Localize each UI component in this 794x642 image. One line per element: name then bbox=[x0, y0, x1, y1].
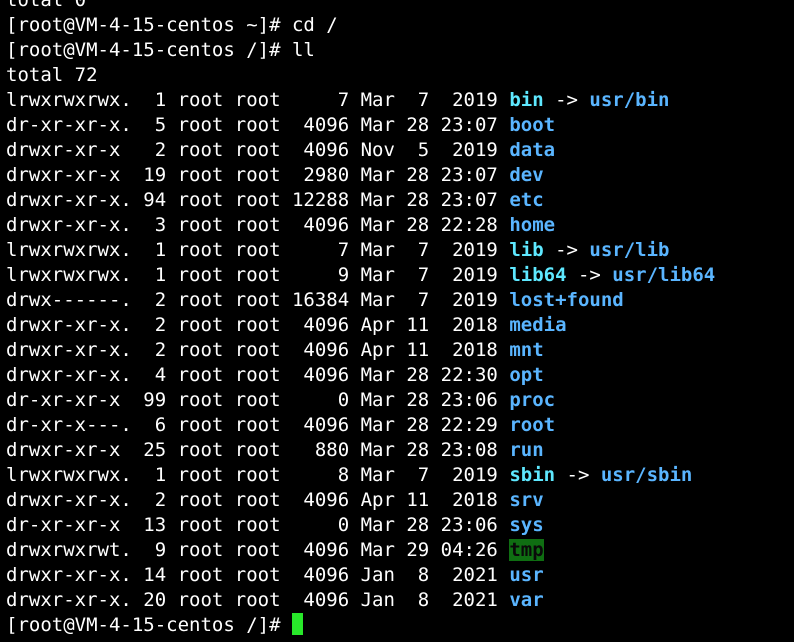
file-name: run bbox=[509, 439, 544, 461]
listing-row: drwxr-xr-x. 2 root root 4096 Apr 11 2018… bbox=[6, 338, 715, 363]
symlink-arrow: -> bbox=[543, 239, 590, 261]
file-meta: lrwxrwxrwx. 1 root root 7 Mar 7 2019 bbox=[6, 239, 510, 261]
file-meta: dr-xr-xr-x 13 root root 0 Mar 28 23:06 bbox=[6, 514, 510, 536]
command-line: [root@VM-4-15-centos /]# ll bbox=[6, 39, 315, 61]
file-name: media bbox=[509, 314, 567, 336]
file-meta: drwxr-xr-x. 3 root root 4096 Mar 28 22:2… bbox=[6, 214, 510, 236]
directory-listing: lrwxrwxrwx. 1 root root 7 Mar 7 2019 bin… bbox=[6, 88, 715, 613]
file-meta: drwxr-xr-x. 4 root root 4096 Mar 28 22:3… bbox=[6, 364, 510, 386]
listing-row: drwxr-xr-x. 94 root root 12288 Mar 28 23… bbox=[6, 188, 715, 213]
file-name: bin bbox=[509, 89, 544, 111]
file-meta: drwxrwxrwt. 9 root root 4096 Mar 29 04:2… bbox=[6, 539, 510, 561]
file-name: lib64 bbox=[509, 264, 567, 286]
listing-row: drwxr-xr-x 25 root root 880 Mar 28 23:08… bbox=[6, 438, 715, 463]
symlink-arrow: -> bbox=[543, 89, 590, 111]
file-name: dev bbox=[509, 164, 544, 186]
listing-row: drwxr-xr-x. 2 root root 4096 Apr 11 2018… bbox=[6, 313, 715, 338]
listing-row: drwxr-xr-x. 3 root root 4096 Mar 28 22:2… bbox=[6, 213, 715, 238]
file-name: proc bbox=[509, 389, 556, 411]
file-name: home bbox=[509, 214, 556, 236]
listing-row: dr-xr-xr-x. 5 root root 4096 Mar 28 23:0… bbox=[6, 113, 715, 138]
output-line: total 0 bbox=[6, 0, 87, 11]
shell-prompt: [root@VM-4-15-centos /]# bbox=[6, 614, 292, 636]
listing-row: drwxrwxrwt. 9 root root 4096 Mar 29 04:2… bbox=[6, 538, 715, 563]
terminal-window[interactable]: total 0 [root@VM-4-15-centos ~]# cd / [r… bbox=[0, 0, 794, 642]
symlink-target: usr/bin bbox=[589, 89, 670, 111]
file-meta: dr-xr-xr-x. 5 root root 4096 Mar 28 23:0… bbox=[6, 114, 510, 136]
listing-row: lrwxrwxrwx. 1 root root 7 Mar 7 2019 bin… bbox=[6, 88, 715, 113]
symlink-arrow: -> bbox=[555, 464, 601, 486]
output-line: total 72 bbox=[6, 64, 98, 86]
file-meta: drwxr-xr-x. 94 root root 12288 Mar 28 23… bbox=[6, 189, 510, 211]
listing-row: drwxr-xr-x 2 root root 4096 Nov 5 2019 d… bbox=[6, 138, 715, 163]
file-meta: drwxr-xr-x 2 root root 4096 Nov 5 2019 bbox=[6, 139, 510, 161]
file-name: var bbox=[509, 589, 544, 611]
file-meta: lrwxrwxrwx. 1 root root 9 Mar 7 2019 bbox=[6, 264, 510, 286]
file-name: srv bbox=[509, 489, 544, 511]
file-name: lib bbox=[509, 239, 544, 261]
file-name: sys bbox=[509, 514, 544, 536]
command-line: [root@VM-4-15-centos ~]# cd / bbox=[6, 14, 338, 36]
text-cursor bbox=[291, 613, 303, 635]
symlink-target: usr/sbin bbox=[600, 464, 693, 486]
listing-row: drwxr-xr-x. 20 root root 4096 Jan 8 2021… bbox=[6, 588, 715, 613]
file-name: data bbox=[509, 139, 556, 161]
listing-row: drwxr-xr-x. 2 root root 4096 Apr 11 2018… bbox=[6, 488, 715, 513]
file-meta: dr-xr-x---. 6 root root 4096 Mar 28 22:2… bbox=[6, 414, 510, 436]
file-meta: drwxr-xr-x. 14 root root 4096 Jan 8 2021 bbox=[6, 564, 510, 586]
listing-row: dr-xr-x---. 6 root root 4096 Mar 28 22:2… bbox=[6, 413, 715, 438]
file-name: sbin bbox=[509, 464, 556, 486]
symlink-target: usr/lib64 bbox=[612, 264, 716, 286]
file-name: mnt bbox=[509, 339, 544, 361]
file-meta: drwxr-xr-x. 2 root root 4096 Apr 11 2018 bbox=[6, 314, 510, 336]
file-meta: drwxr-xr-x. 20 root root 4096 Jan 8 2021 bbox=[6, 589, 510, 611]
listing-row: lrwxrwxrwx. 1 root root 9 Mar 7 2019 lib… bbox=[6, 263, 715, 288]
file-meta: dr-xr-xr-x 99 root root 0 Mar 28 23:06 bbox=[6, 389, 510, 411]
listing-row: drwxr-xr-x. 14 root root 4096 Jan 8 2021… bbox=[6, 563, 715, 588]
file-name: tmp bbox=[509, 539, 544, 561]
listing-row: dr-xr-xr-x 13 root root 0 Mar 28 23:06 s… bbox=[6, 513, 715, 538]
prompt-line[interactable]: [root@VM-4-15-centos /]# bbox=[6, 613, 715, 638]
file-meta: lrwxrwxrwx. 1 root root 7 Mar 7 2019 bbox=[6, 89, 510, 111]
listing-row: drwx------. 2 root root 16384 Mar 7 2019… bbox=[6, 288, 715, 313]
file-meta: drwxr-xr-x 25 root root 880 Mar 28 23:08 bbox=[6, 439, 510, 461]
listing-row: lrwxrwxrwx. 1 root root 7 Mar 7 2019 lib… bbox=[6, 238, 715, 263]
terminal-output: total 0 [root@VM-4-15-centos ~]# cd / [r… bbox=[6, 0, 715, 638]
file-name: root bbox=[509, 414, 556, 436]
listing-row: drwxr-xr-x 19 root root 2980 Mar 28 23:0… bbox=[6, 163, 715, 188]
symlink-arrow: -> bbox=[566, 264, 613, 286]
file-name: boot bbox=[509, 114, 556, 136]
file-meta: drwxr-xr-x 19 root root 2980 Mar 28 23:0… bbox=[6, 164, 510, 186]
file-name: usr bbox=[509, 564, 544, 586]
listing-row: drwxr-xr-x. 4 root root 4096 Mar 28 22:3… bbox=[6, 363, 715, 388]
file-meta: drwxr-xr-x. 2 root root 4096 Apr 11 2018 bbox=[6, 489, 510, 511]
listing-row: dr-xr-xr-x 99 root root 0 Mar 28 23:06 p… bbox=[6, 388, 715, 413]
file-name: lost+found bbox=[509, 289, 624, 311]
symlink-target: usr/lib bbox=[589, 239, 670, 261]
file-meta: drwxr-xr-x. 2 root root 4096 Apr 11 2018 bbox=[6, 339, 510, 361]
file-meta: drwx------. 2 root root 16384 Mar 7 2019 bbox=[6, 289, 510, 311]
listing-row: lrwxrwxrwx. 1 root root 8 Mar 7 2019 sbi… bbox=[6, 463, 715, 488]
file-name: opt bbox=[509, 364, 544, 386]
file-name: etc bbox=[509, 189, 544, 211]
file-meta: lrwxrwxrwx. 1 root root 8 Mar 7 2019 bbox=[6, 464, 510, 486]
